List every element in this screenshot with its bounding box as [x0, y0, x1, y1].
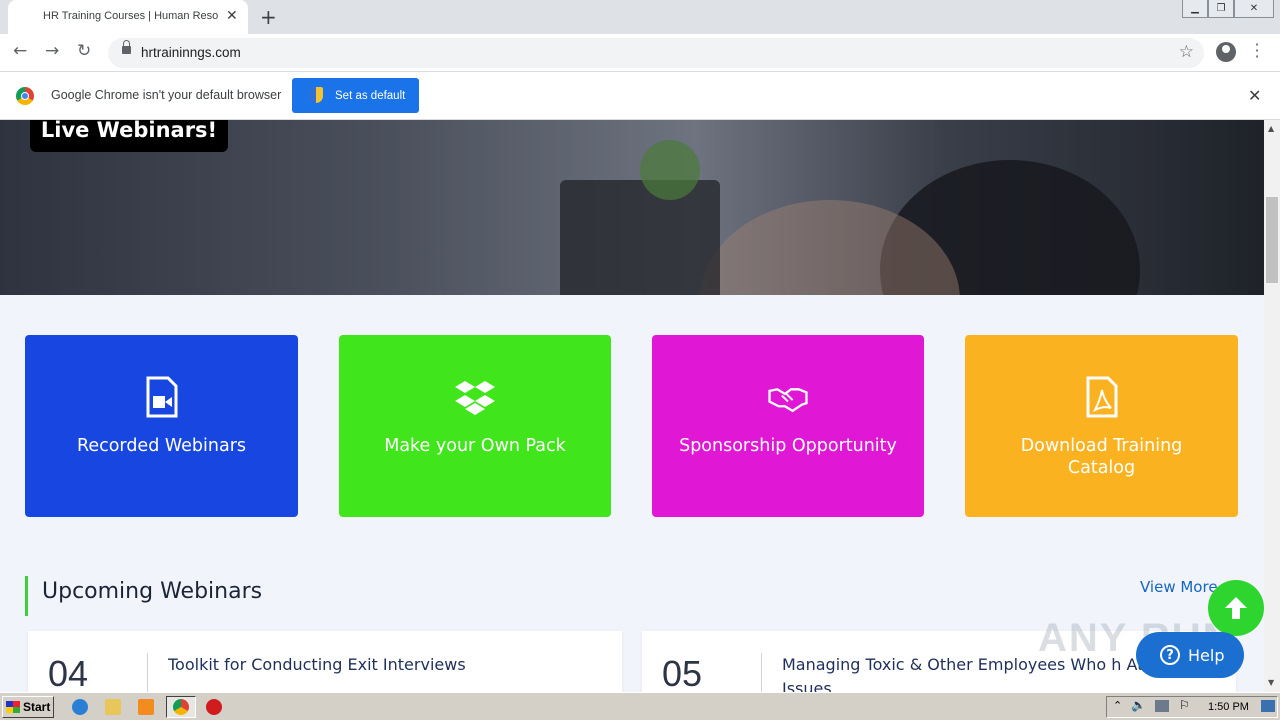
sponsorship-card[interactable]: Sponsorship Opportunity: [652, 335, 924, 517]
start-button[interactable]: Start: [2, 696, 54, 718]
scroll-up-arrow-icon[interactable]: ▲: [1268, 124, 1274, 133]
webinar-title[interactable]: Toolkit for Conducting Exit Interviews: [168, 653, 598, 677]
close-window-icon[interactable]: ✕: [1234, 0, 1274, 18]
lock-icon: [122, 40, 131, 54]
set-default-label: Set as default: [335, 89, 406, 102]
back-icon[interactable]: ←: [13, 41, 27, 61]
address-bar[interactable]: hrtraininngs.com ☆: [108, 38, 1204, 68]
hero-banner: Live Webinars!: [0, 120, 1264, 295]
card-label: Download Training Catalog: [1020, 436, 1183, 478]
network-icon[interactable]: [1155, 700, 1169, 712]
default-browser-infobar: Google Chrome isn't your default browser…: [0, 72, 1280, 120]
tray-expand-icon[interactable]: ⌃: [1113, 699, 1122, 712]
question-icon: ?: [1160, 645, 1180, 665]
menu-dots-icon[interactable]: · · ·: [1252, 37, 1262, 65]
uac-shield-icon: [309, 87, 323, 103]
stop-icon[interactable]: [206, 699, 222, 715]
tab-title: HR Training Courses | Human Resou: [43, 10, 219, 22]
pdf-file-icon: [1082, 375, 1122, 419]
page-viewport: Live Webinars! Recorded Webinars Make yo…: [0, 120, 1264, 692]
chrome-logo-icon: [16, 87, 34, 105]
live-webinars-badge: Live Webinars!: [30, 120, 228, 152]
chrome-icon: [173, 699, 189, 715]
bookmark-star-icon[interactable]: ☆: [1179, 42, 1194, 62]
windows-logo-icon: [6, 701, 20, 713]
desktop-icon[interactable]: [1261, 700, 1275, 712]
page-scrollbar[interactable]: ▲ ▼: [1264, 120, 1280, 692]
card-label: Make your Own Pack: [384, 436, 566, 456]
download-catalog-card[interactable]: Download Training Catalog: [965, 335, 1238, 517]
url-text: hrtraininngs.com: [141, 45, 241, 60]
help-label: Help: [1188, 645, 1225, 665]
folder-icon[interactable]: [105, 699, 121, 715]
webinar-item[interactable]: 04 Toolkit for Conducting Exit Interview…: [28, 631, 622, 692]
set-default-button[interactable]: Set as default: [292, 78, 419, 113]
video-file-icon: [142, 375, 182, 419]
arrow-up-icon: [1225, 597, 1247, 619]
webinar-date: 05: [662, 653, 703, 692]
view-more-link[interactable]: View More: [1140, 578, 1218, 596]
recorded-webinars-card[interactable]: Recorded Webinars: [25, 335, 298, 517]
help-button[interactable]: ? Help: [1136, 632, 1244, 678]
ie-icon[interactable]: [72, 699, 88, 715]
new-tab-icon[interactable]: +: [260, 5, 277, 29]
card-label: Recorded Webinars: [76, 436, 247, 456]
card-label: Sponsorship Opportunity: [679, 436, 897, 456]
section-accent-bar: [25, 576, 28, 616]
tab-close-icon[interactable]: ✕: [226, 8, 238, 24]
scrollbar-thumb[interactable]: [1266, 197, 1278, 283]
upcoming-webinars-heading: Upcoming Webinars: [42, 579, 263, 604]
hero-plant-shape: [640, 140, 700, 200]
flag-icon[interactable]: ⚐: [1179, 698, 1190, 712]
windows-taskbar: Start ⌃ 🔈 ⚐ 1:50 PM: [0, 692, 1280, 720]
system-tray: ⌃ 🔈 ⚐: [1106, 696, 1278, 718]
browser-tab[interactable]: HR Training Courses | Human Resou ✕: [8, 0, 248, 34]
start-label: Start: [23, 700, 51, 714]
restore-icon[interactable]: ❐: [1208, 0, 1234, 18]
scroll-down-arrow-icon[interactable]: ▼: [1268, 678, 1274, 687]
reload-icon[interactable]: ↻: [77, 41, 91, 61]
dropbox-icon: [455, 375, 495, 419]
tab-strip: HR Training Courses | Human Resou ✕ + ▁ …: [0, 0, 1280, 34]
forward-icon[interactable]: →: [45, 41, 59, 61]
webinar-divider: [761, 653, 762, 692]
profile-avatar-icon[interactable]: [1216, 42, 1236, 62]
chrome-taskbar-button[interactable]: [166, 696, 196, 718]
infobar-message: Google Chrome isn't your default browser: [51, 88, 282, 102]
make-own-pack-card[interactable]: Make your Own Pack: [339, 335, 611, 517]
hero-laptop-shape: [560, 180, 720, 295]
volume-icon[interactable]: 🔈: [1131, 698, 1146, 712]
media-player-icon[interactable]: [138, 699, 154, 715]
minimize-icon[interactable]: ▁: [1182, 0, 1208, 18]
handshake-icon: [768, 375, 808, 419]
webinar-date: 04: [48, 653, 89, 692]
scroll-to-top-button[interactable]: [1208, 580, 1264, 636]
browser-toolbar: ← → ↻ hrtraininngs.com ☆: [0, 34, 1280, 72]
infobar-close-icon[interactable]: ✕: [1248, 86, 1261, 105]
taskbar-clock: 1:50 PM: [1208, 701, 1249, 713]
webinar-divider: [147, 653, 148, 692]
